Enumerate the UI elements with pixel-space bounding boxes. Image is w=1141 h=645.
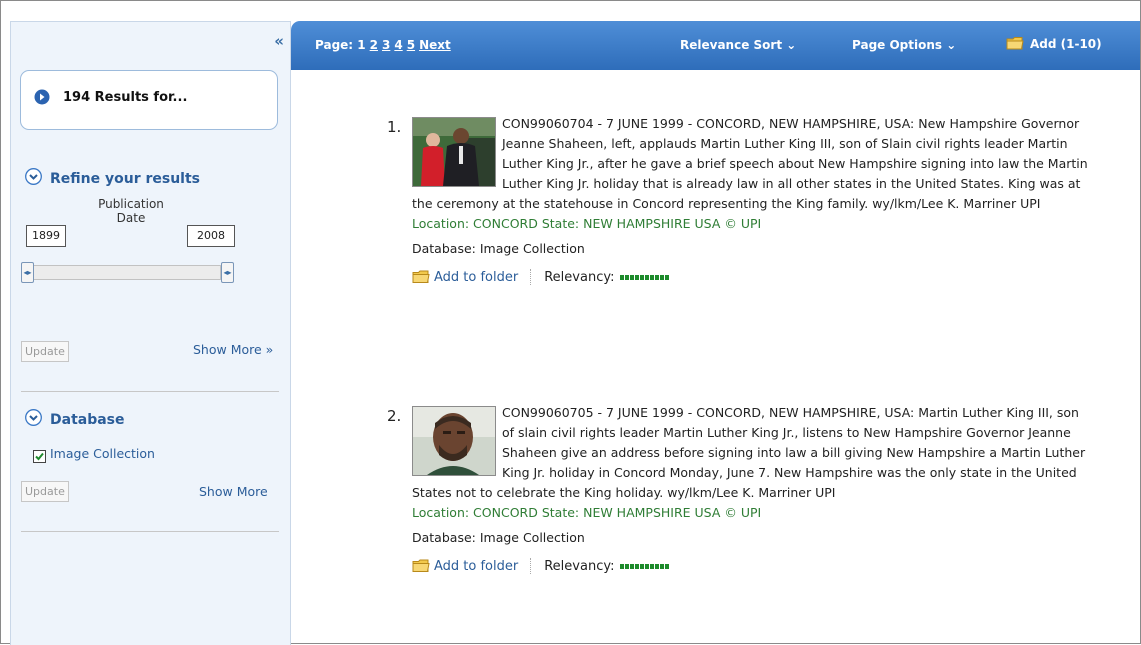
relevancy-segment <box>655 274 660 280</box>
page-label: Page: 1 <box>315 38 366 52</box>
relevancy-segment <box>625 274 630 280</box>
next-page-link[interactable]: Next <box>419 38 451 52</box>
refine-update-button[interactable]: Update <box>21 341 69 362</box>
result-description: CON99060704 - 7 JUNE 1999 - CONCORD, NEW… <box>412 116 1088 211</box>
pub-date-to-input[interactable]: 2008 <box>187 225 235 247</box>
result-thumbnail-2[interactable] <box>412 406 496 476</box>
relevance-sort-dropdown[interactable]: Relevance Sort ⌄ <box>680 38 796 52</box>
relevancy-segment <box>655 563 660 569</box>
result-thumbnail-1[interactable] <box>412 117 496 187</box>
relevancy-segment <box>630 274 635 280</box>
image-collection-label[interactable]: Image Collection <box>50 446 155 461</box>
relevancy-segment <box>640 563 645 569</box>
chevron-down-circle-icon <box>25 168 42 189</box>
relevancy-segment <box>665 563 670 569</box>
relevancy-meter <box>620 563 670 569</box>
result-location: Location: CONCORD State: NEW HAMPSHIRE U… <box>412 505 762 520</box>
relevancy-segment <box>650 563 655 569</box>
relevancy-segment <box>630 563 635 569</box>
relevancy-segment <box>665 274 670 280</box>
relevancy-segment <box>620 274 625 280</box>
result-number: 1. <box>387 118 402 136</box>
relevancy-label: Relevancy: <box>544 558 615 574</box>
pub-date-label: Publication Date <box>98 197 164 225</box>
refine-results-toggle[interactable]: Refine your results <box>25 168 200 189</box>
relevancy-segment <box>660 563 665 569</box>
relevancy-segment <box>620 563 625 569</box>
result-actions: Add to folder Relevancy: <box>412 267 1092 287</box>
relevancy-segment <box>635 563 640 569</box>
result-number: 2. <box>387 407 402 425</box>
chevron-down-circle-icon <box>25 409 42 430</box>
add-all-button[interactable]: Add (1-10) <box>1006 36 1102 51</box>
relevancy-segment <box>645 274 650 280</box>
database-title: Database <box>50 411 125 428</box>
pub-date-slider-track[interactable] <box>22 265 221 280</box>
page-options-dropdown[interactable]: Page Options ⌄ <box>852 38 956 52</box>
result-database: Database: Image Collection <box>412 530 585 545</box>
folder-icon <box>412 559 430 572</box>
checkmark-icon <box>35 452 44 461</box>
add-all-label: Add (1-10) <box>1030 36 1102 51</box>
add-to-folder-link[interactable]: Add to folder <box>434 270 518 285</box>
relevancy-segment <box>660 274 665 280</box>
results-toolbar: Page: 1 2 3 4 5 Next Relevance Sort ⌄ Page Op… <box>291 21 1140 70</box>
relevancy-segment <box>635 274 640 280</box>
results-count-label: 194 Results for... <box>63 90 188 105</box>
relevancy-label: Relevancy: <box>544 269 615 285</box>
result-description: CON99060705 - 7 JUNE 1999 - CONCORD, NEW… <box>412 405 1086 500</box>
folder-icon <box>1006 37 1024 50</box>
database-show-more-link[interactable]: Show More <box>199 484 268 499</box>
relevancy-segment <box>625 563 630 569</box>
pagination: Page: 1 2 3 4 5 Next <box>315 38 451 52</box>
slider-handle-left[interactable]: ◂▸ <box>21 262 34 283</box>
folder-icon <box>412 270 430 283</box>
refine-results-title: Refine your results <box>50 170 201 187</box>
page-link-3[interactable]: 3 <box>382 38 390 52</box>
pub-date-from-input[interactable]: 1899 <box>26 225 66 247</box>
relevancy-segment <box>645 563 650 569</box>
refine-sidebar: « 194 Results for... Refine your results… <box>10 21 291 645</box>
database-update-button[interactable]: Update <box>21 481 69 502</box>
relevancy-meter <box>620 274 670 280</box>
separator <box>530 269 532 285</box>
separator <box>530 558 532 574</box>
page-link-2[interactable]: 2 <box>370 38 378 52</box>
arrow-right-circle-icon <box>34 89 50 109</box>
page-link-5[interactable]: 5 <box>407 38 415 52</box>
refine-show-more-link[interactable]: Show More » <box>193 342 273 357</box>
result-location: Location: CONCORD State: NEW HAMPSHIRE U… <box>412 216 762 231</box>
relevancy-segment <box>640 274 645 280</box>
result-item-1: 1. CON99060704 - 7 JUNE 1999 - CONCORD, … <box>387 114 1092 287</box>
section-divider <box>21 531 279 532</box>
results-count-box: 194 Results for... <box>20 70 278 130</box>
result-actions: Add to folder Relevancy: <box>412 556 1092 576</box>
slider-handle-right[interactable]: ◂▸ <box>221 262 234 283</box>
relevancy-segment <box>650 274 655 280</box>
collapse-sidebar-button[interactable]: « <box>274 32 284 50</box>
page-link-4[interactable]: 4 <box>394 38 402 52</box>
image-collection-checkbox[interactable] <box>33 450 46 463</box>
database-toggle[interactable]: Database <box>25 409 125 430</box>
add-to-folder-link[interactable]: Add to folder <box>434 559 518 574</box>
result-item-2: 2. CON99060705 - 7 JUNE 1999 - CONCORD, … <box>387 403 1092 576</box>
result-database: Database: Image Collection <box>412 241 585 256</box>
section-divider <box>21 391 279 392</box>
